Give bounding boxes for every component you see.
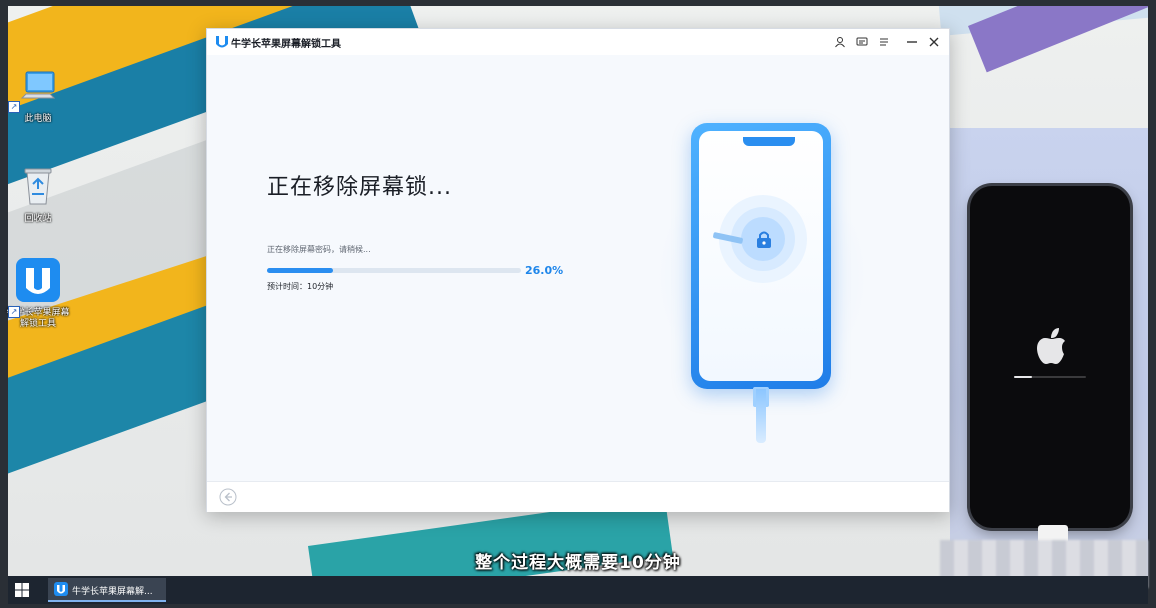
taskbar-app-label: 牛学长苹果屏幕解... xyxy=(72,587,153,597)
app-window: 牛学长苹果屏幕解锁工具 正在移除屏幕锁... 正在移除屏幕密码，请稍候... 2… xyxy=(206,28,950,512)
desktop-icon-recycle-bin[interactable]: 回收站 xyxy=(6,164,70,225)
taskbar: 牛学长苹果屏幕解... xyxy=(8,576,1148,604)
app-logo-icon xyxy=(54,582,68,596)
recycle-bin-icon xyxy=(24,168,52,205)
illustration-phone xyxy=(691,123,831,389)
status-text: 正在移除屏幕密码，请稍候... xyxy=(267,245,371,254)
unlock-illustration xyxy=(657,117,867,447)
shortcut-arrow-icon: ↗ xyxy=(8,306,20,318)
boot-progress-fill xyxy=(1014,376,1032,378)
feedback-icon xyxy=(856,37,868,46)
user-icon xyxy=(835,37,845,48)
lock-icon xyxy=(757,231,771,248)
shortcut-arrow-icon: ↗ xyxy=(8,101,20,113)
desktop-icon-label: 回收站 xyxy=(24,214,52,224)
wallpaper-stripe xyxy=(968,6,1148,73)
physical-iphone xyxy=(970,186,1130,528)
close-button[interactable] xyxy=(925,33,943,51)
estimated-time: 预计时间：10分钟 xyxy=(267,282,334,291)
desktop-icon-label: 此电脑 xyxy=(24,114,52,124)
windows-start-icon[interactable] xyxy=(14,582,30,598)
progress-bar-fill xyxy=(267,268,334,273)
app-logo-icon xyxy=(216,36,228,48)
progress-percentage: 26.0% xyxy=(525,264,564,277)
app-footer xyxy=(207,481,949,512)
minimize-icon xyxy=(907,41,917,43)
video-subtitle: 整个过程大概需要10分钟 xyxy=(475,553,681,573)
menu-button[interactable] xyxy=(875,33,893,51)
back-arrow-icon[interactable] xyxy=(219,488,237,506)
illustration-phone-notch xyxy=(743,137,795,146)
page-heading: 正在移除屏幕锁... xyxy=(267,175,452,200)
apple-logo-icon xyxy=(1037,328,1065,364)
feedback-button[interactable] xyxy=(853,33,871,51)
app-logo-icon xyxy=(16,258,60,302)
desktop-icon-unlock-tool[interactable]: ↗ 牛学长苹果屏幕解锁工具 xyxy=(6,258,70,330)
progress-bar xyxy=(267,268,521,273)
computer-icon xyxy=(20,71,56,99)
close-icon xyxy=(929,37,939,47)
desktop-icon-this-pc[interactable]: ↗ 此电脑 xyxy=(6,68,70,125)
minimize-button[interactable] xyxy=(903,33,921,51)
app-title: 牛学长苹果屏幕解锁工具 xyxy=(231,39,341,50)
illustration-phone-screen xyxy=(699,131,823,381)
title-bar: 牛学长苹果屏幕解锁工具 xyxy=(207,29,949,55)
key-icon xyxy=(713,232,743,244)
menu-icon xyxy=(880,38,888,46)
taskbar-app-button[interactable]: 牛学长苹果屏幕解... xyxy=(48,578,166,602)
illustration-cable xyxy=(756,389,766,443)
account-button[interactable] xyxy=(831,33,849,51)
